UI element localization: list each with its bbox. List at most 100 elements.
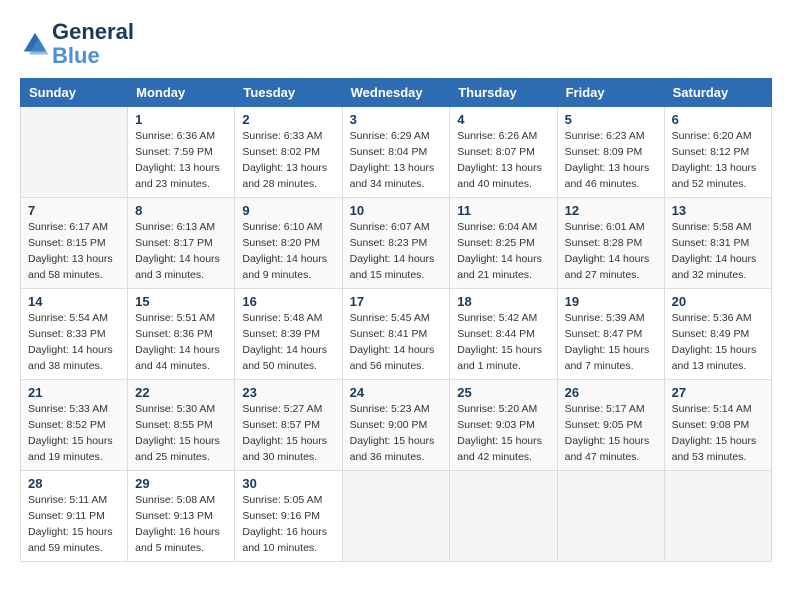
day-number: 19 — [565, 294, 657, 309]
day-number: 1 — [135, 112, 227, 127]
day-info: Sunrise: 5:58 AMSunset: 8:31 PMDaylight:… — [672, 220, 764, 283]
day-header-monday: Monday — [128, 79, 235, 107]
day-number: 11 — [457, 203, 549, 218]
day-number: 2 — [242, 112, 334, 127]
day-info: Sunrise: 5:20 AMSunset: 9:03 PMDaylight:… — [457, 402, 549, 465]
day-info: Sunrise: 5:51 AMSunset: 8:36 PMDaylight:… — [135, 311, 227, 374]
calendar-cell: 24 Sunrise: 5:23 AMSunset: 9:00 PMDayligh… — [342, 380, 450, 471]
day-number: 12 — [565, 203, 657, 218]
day-info: Sunrise: 5:39 AMSunset: 8:47 PMDaylight:… — [565, 311, 657, 374]
day-header-thursday: Thursday — [450, 79, 557, 107]
calendar-cell: 5Sunrise: 6:23 AMSunset: 8:09 PMDaylight… — [557, 107, 664, 198]
day-info: Sunrise: 6:29 AMSunset: 8:04 PMDaylight:… — [350, 129, 443, 192]
calendar-cell: 4 Sunrise: 6:26 AMSunset: 8:07 PMDaylight… — [450, 107, 557, 198]
day-info: Sunrise: 5:14 AMSunset: 9:08 PMDaylight:… — [672, 402, 764, 465]
calendar-cell: 18 Sunrise: 5:42 AMSunset: 8:44 PMDayligh… — [450, 289, 557, 380]
day-info: Sunrise: 5:05 AMSunset: 9:16 PMDaylight:… — [242, 493, 334, 556]
day-info: Sunrise: 6:04 AMSunset: 8:25 PMDaylight:… — [457, 220, 549, 283]
day-info: Sunrise: 5:42 AMSunset: 8:44 PMDaylight:… — [457, 311, 549, 374]
day-number: 17 — [350, 294, 443, 309]
calendar-cell: 10 Sunrise: 6:07 AMSunset: 8:23 PMDayligh… — [342, 198, 450, 289]
calendar-cell: 7 Sunrise: 6:17 AMSunset: 8:15 PMDaylight… — [21, 198, 128, 289]
calendar-header-row: SundayMondayTuesdayWednesdayThursdayFrid… — [21, 79, 772, 107]
calendar-cell: 13Sunrise: 5:58 AMSunset: 8:31 PMDayligh… — [664, 198, 771, 289]
calendar-cell: 29 Sunrise: 5:08 AMSunset: 9:13 PMDayligh… — [128, 471, 235, 562]
calendar-week-row: 1 Sunrise: 6:36 AMSunset: 7:59 PMDaylight… — [21, 107, 772, 198]
day-info: Sunrise: 6:26 AMSunset: 8:07 PMDaylight:… — [457, 129, 549, 192]
day-number: 28 — [28, 476, 120, 491]
day-number: 21 — [28, 385, 120, 400]
logo-icon — [20, 29, 50, 59]
day-info: Sunrise: 6:13 AMSunset: 8:17 PMDaylight:… — [135, 220, 227, 283]
day-header-tuesday: Tuesday — [235, 79, 342, 107]
day-header-sunday: Sunday — [21, 79, 128, 107]
calendar-cell: 30Sunrise: 5:05 AMSunset: 9:16 PMDayligh… — [235, 471, 342, 562]
day-info: Sunrise: 5:23 AMSunset: 9:00 PMDaylight:… — [350, 402, 443, 465]
day-info: Sunrise: 6:20 AMSunset: 8:12 PMDaylight:… — [672, 129, 764, 192]
day-number: 27 — [672, 385, 764, 400]
calendar-cell: 3 Sunrise: 6:29 AMSunset: 8:04 PMDaylight… — [342, 107, 450, 198]
day-number: 15 — [135, 294, 227, 309]
day-number: 7 — [28, 203, 120, 218]
day-info: Sunrise: 6:07 AMSunset: 8:23 PMDaylight:… — [350, 220, 443, 283]
day-number: 4 — [457, 112, 549, 127]
day-info: Sunrise: 6:10 AMSunset: 8:20 PMDaylight:… — [242, 220, 334, 283]
calendar-cell: 14 Sunrise: 5:54 AMSunset: 8:33 PMDayligh… — [21, 289, 128, 380]
day-info: Sunrise: 6:33 AMSunset: 8:02 PMDaylight:… — [242, 129, 334, 192]
day-info: Sunrise: 5:17 AMSunset: 9:05 PMDaylight:… — [565, 402, 657, 465]
calendar-cell: 2 Sunrise: 6:33 AMSunset: 8:02 PMDaylight… — [235, 107, 342, 198]
calendar-cell — [342, 471, 450, 562]
day-info: Sunrise: 6:17 AMSunset: 8:15 PMDaylight:… — [28, 220, 120, 283]
calendar-cell: 12Sunrise: 6:01 AMSunset: 8:28 PMDayligh… — [557, 198, 664, 289]
calendar-cell: 6 Sunrise: 6:20 AMSunset: 8:12 PMDaylight… — [664, 107, 771, 198]
day-number: 14 — [28, 294, 120, 309]
calendar-cell: 21 Sunrise: 5:33 AMSunset: 8:52 PMDayligh… — [21, 380, 128, 471]
calendar-cell: 16 Sunrise: 5:48 AMSunset: 8:39 PMDayligh… — [235, 289, 342, 380]
day-number: 25 — [457, 385, 549, 400]
day-number: 22 — [135, 385, 227, 400]
day-number: 5 — [565, 112, 657, 127]
logo-text: General Blue — [52, 20, 134, 68]
calendar-cell: 17 Sunrise: 5:45 AMSunset: 8:41 PMDayligh… — [342, 289, 450, 380]
day-number: 29 — [135, 476, 227, 491]
day-number: 24 — [350, 385, 443, 400]
calendar-cell — [450, 471, 557, 562]
calendar-week-row: 21 Sunrise: 5:33 AMSunset: 8:52 PMDayligh… — [21, 380, 772, 471]
calendar-cell: 26 Sunrise: 5:17 AMSunset: 9:05 PMDayligh… — [557, 380, 664, 471]
calendar-cell — [664, 471, 771, 562]
calendar-cell: 1 Sunrise: 6:36 AMSunset: 7:59 PMDaylight… — [128, 107, 235, 198]
day-info: Sunrise: 5:08 AMSunset: 9:13 PMDaylight:… — [135, 493, 227, 556]
day-info: Sunrise: 5:11 AMSunset: 9:11 PMDaylight:… — [28, 493, 120, 556]
day-number: 20 — [672, 294, 764, 309]
calendar-cell: 15 Sunrise: 5:51 AMSunset: 8:36 PMDayligh… — [128, 289, 235, 380]
calendar-cell: 22 Sunrise: 5:30 AMSunset: 8:55 PMDayligh… — [128, 380, 235, 471]
calendar-cell: 9 Sunrise: 6:10 AMSunset: 8:20 PMDaylight… — [235, 198, 342, 289]
calendar-cell: 28 Sunrise: 5:11 AMSunset: 9:11 PMDayligh… — [21, 471, 128, 562]
day-info: Sunrise: 5:36 AMSunset: 8:49 PMDaylight:… — [672, 311, 764, 374]
day-info: Sunrise: 5:45 AMSunset: 8:41 PMDaylight:… — [350, 311, 443, 374]
day-header-friday: Friday — [557, 79, 664, 107]
day-info: Sunrise: 5:33 AMSunset: 8:52 PMDaylight:… — [28, 402, 120, 465]
calendar-cell: 11 Sunrise: 6:04 AMSunset: 8:25 PMDayligh… — [450, 198, 557, 289]
calendar-cell — [21, 107, 128, 198]
page-header: General Blue — [20, 20, 772, 68]
day-number: 6 — [672, 112, 764, 127]
calendar-week-row: 7 Sunrise: 6:17 AMSunset: 8:15 PMDaylight… — [21, 198, 772, 289]
calendar-week-row: 28 Sunrise: 5:11 AMSunset: 9:11 PMDayligh… — [21, 471, 772, 562]
calendar-cell: 27 Sunrise: 5:14 AMSunset: 9:08 PMDayligh… — [664, 380, 771, 471]
day-number: 16 — [242, 294, 334, 309]
calendar-table: SundayMondayTuesdayWednesdayThursdayFrid… — [20, 78, 772, 562]
day-number: 3 — [350, 112, 443, 127]
calendar-cell: 20 Sunrise: 5:36 AMSunset: 8:49 PMDayligh… — [664, 289, 771, 380]
day-info: Sunrise: 5:48 AMSunset: 8:39 PMDaylight:… — [242, 311, 334, 374]
calendar-cell — [557, 471, 664, 562]
day-header-wednesday: Wednesday — [342, 79, 450, 107]
day-number: 26 — [565, 385, 657, 400]
day-info: Sunrise: 5:54 AMSunset: 8:33 PMDaylight:… — [28, 311, 120, 374]
day-info: Sunrise: 5:27 AMSunset: 8:57 PMDaylight:… — [242, 402, 334, 465]
day-info: Sunrise: 5:30 AMSunset: 8:55 PMDaylight:… — [135, 402, 227, 465]
day-number: 10 — [350, 203, 443, 218]
day-number: 9 — [242, 203, 334, 218]
day-number: 18 — [457, 294, 549, 309]
day-info: Sunrise: 6:36 AMSunset: 7:59 PMDaylight:… — [135, 129, 227, 192]
